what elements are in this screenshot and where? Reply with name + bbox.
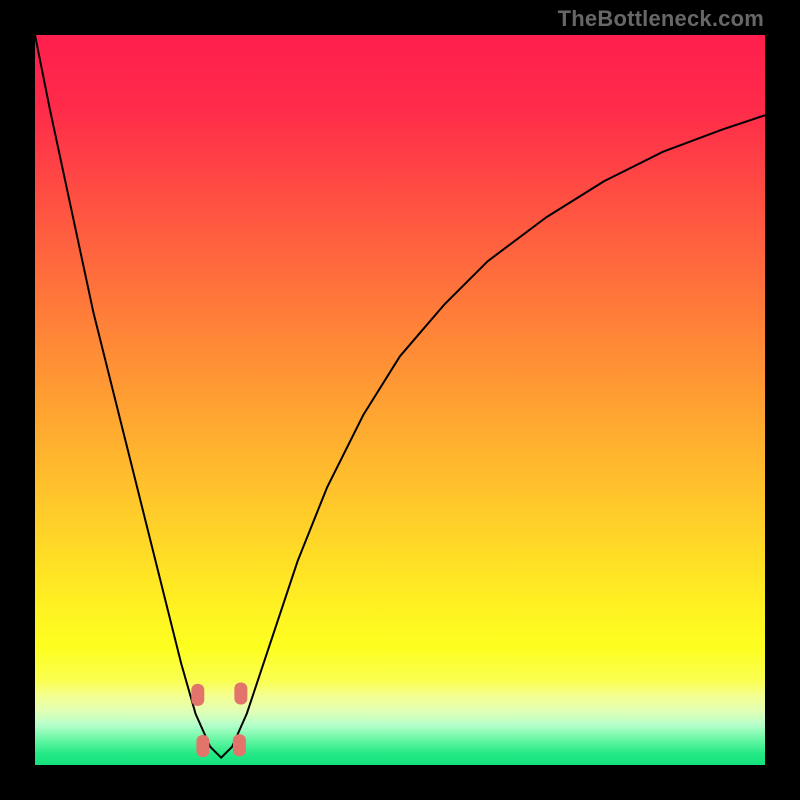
bottleneck-curve — [35, 35, 765, 758]
marker-group — [191, 682, 247, 757]
watermark-text: TheBottleneck.com — [558, 6, 764, 32]
curve-layer — [35, 35, 765, 765]
marker-dot — [191, 684, 204, 706]
marker-dot — [233, 734, 246, 756]
marker-dot — [196, 735, 209, 757]
plot-area — [35, 35, 765, 765]
marker-dot — [234, 682, 247, 704]
chart-stage: TheBottleneck.com — [0, 0, 800, 800]
